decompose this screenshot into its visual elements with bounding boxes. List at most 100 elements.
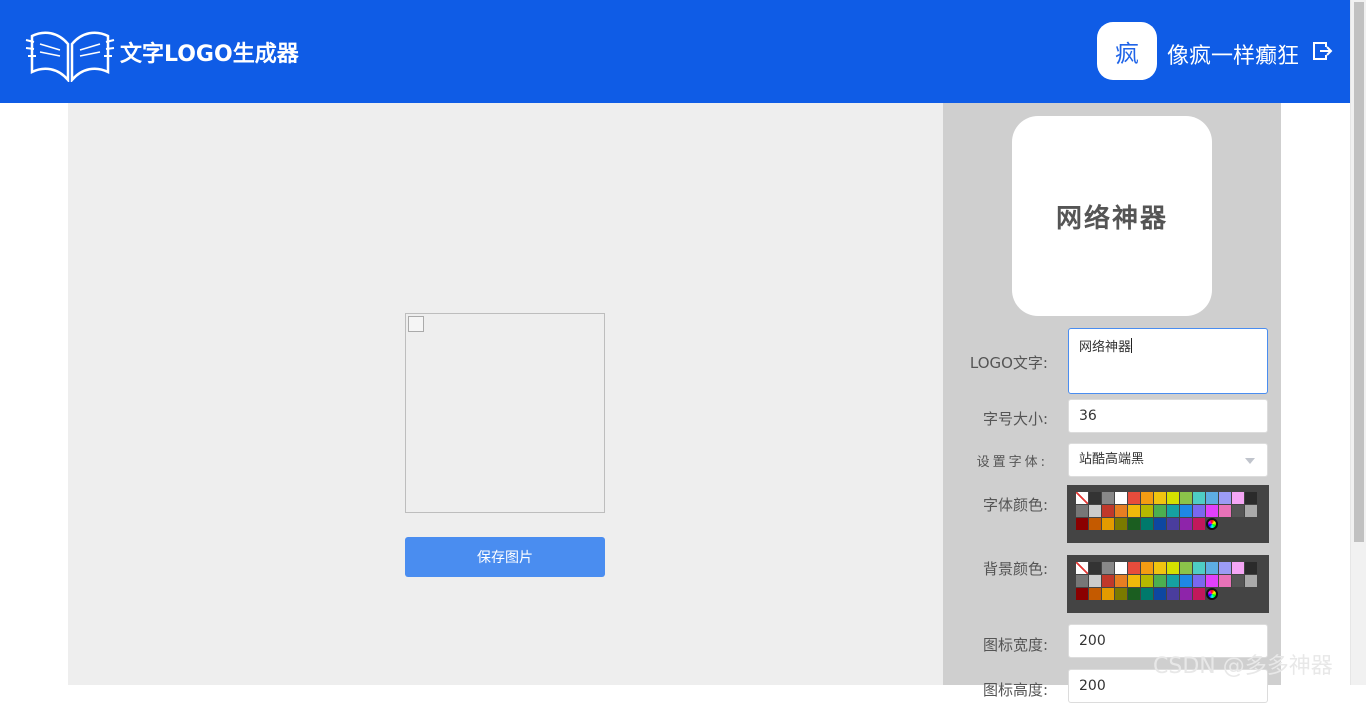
font-color-swatch[interactable] — [1115, 518, 1127, 530]
logo-text-value: 网络神器 — [1079, 340, 1132, 355]
font-family-value: 站酷高端黑 — [1079, 452, 1145, 467]
font-color-swatch[interactable] — [1154, 505, 1166, 517]
bg-color-swatch[interactable] — [1154, 562, 1166, 574]
avatar[interactable]: 疯 — [1097, 22, 1157, 80]
font-color-swatch[interactable] — [1219, 492, 1231, 504]
font-color-color-wheel-icon[interactable] — [1206, 518, 1218, 530]
bg-color-swatch[interactable] — [1115, 562, 1127, 574]
font-color-swatch-none-icon[interactable] — [1076, 492, 1088, 504]
font-color-swatch[interactable] — [1089, 518, 1101, 530]
font-size-label: 字号大小: — [982, 410, 1048, 428]
username[interactable]: 像疯一样癫狂 — [1167, 38, 1299, 70]
bg-color-swatch[interactable] — [1141, 588, 1153, 600]
bg-color-swatch[interactable] — [1115, 588, 1127, 600]
bg-color-swatch[interactable] — [1089, 588, 1101, 600]
font-color-swatch[interactable] — [1206, 505, 1218, 517]
bg-color-swatch[interactable] — [1219, 575, 1231, 587]
bg-color-swatch[interactable] — [1141, 562, 1153, 574]
font-color-swatch[interactable] — [1141, 505, 1153, 517]
font-color-swatch[interactable] — [1141, 518, 1153, 530]
font-color-swatch[interactable] — [1232, 505, 1244, 517]
bg-color-swatch[interactable] — [1167, 562, 1179, 574]
font-color-swatch[interactable] — [1128, 492, 1140, 504]
page-scrollbar[interactable] — [1350, 0, 1366, 685]
font-color-swatch[interactable] — [1128, 518, 1140, 530]
save-image-button[interactable]: 保存图片 — [405, 537, 605, 577]
bg-color-swatch[interactable] — [1102, 575, 1114, 587]
font-color-swatch[interactable] — [1180, 505, 1192, 517]
font-color-swatch[interactable] — [1167, 492, 1179, 504]
bg-color-swatch[interactable] — [1089, 562, 1101, 574]
font-color-swatch[interactable] — [1245, 492, 1257, 504]
bg-color-swatch[interactable] — [1193, 575, 1205, 587]
bg-color-swatch[interactable] — [1232, 562, 1244, 574]
bg-color-swatch[interactable] — [1193, 562, 1205, 574]
font-color-swatch[interactable] — [1102, 492, 1114, 504]
bg-color-swatch[interactable] — [1076, 588, 1088, 600]
font-color-swatch[interactable] — [1167, 505, 1179, 517]
bg-color-swatch-none-icon[interactable] — [1076, 562, 1088, 574]
font-color-swatch[interactable] — [1076, 518, 1088, 530]
font-color-swatch[interactable] — [1089, 505, 1101, 517]
bg-color-swatch[interactable] — [1193, 588, 1205, 600]
font-color-swatch[interactable] — [1141, 492, 1153, 504]
bg-color-swatch[interactable] — [1154, 575, 1166, 587]
bg-color-swatch[interactable] — [1128, 562, 1140, 574]
icon-width-label: 图标宽度: — [982, 636, 1048, 654]
font-color-swatch[interactable] — [1180, 492, 1192, 504]
font-family-label: 设置字体: — [976, 455, 1048, 470]
bg-color-swatch[interactable] — [1102, 588, 1114, 600]
bg-color-swatch[interactable] — [1167, 575, 1179, 587]
font-color-swatch[interactable] — [1219, 505, 1231, 517]
bg-color-swatch[interactable] — [1167, 588, 1179, 600]
logo-preview: 网络神器 — [1012, 116, 1212, 316]
bg-color-palette — [1067, 555, 1269, 613]
icon-height-label: 图标高度: — [982, 681, 1048, 699]
logo-text-input[interactable]: 网络神器 — [1068, 328, 1268, 394]
font-color-swatch[interactable] — [1193, 518, 1205, 530]
font-color-swatch[interactable] — [1167, 518, 1179, 530]
chevron-down-icon — [1245, 458, 1255, 464]
scrollbar-thumb[interactable] — [1354, 2, 1364, 542]
bg-color-swatch[interactable] — [1206, 562, 1218, 574]
bg-color-color-wheel-icon[interactable] — [1206, 588, 1218, 600]
bg-color-swatch[interactable] — [1232, 575, 1244, 587]
bg-color-swatch[interactable] — [1180, 588, 1192, 600]
font-color-swatch[interactable] — [1206, 492, 1218, 504]
font-color-swatch[interactable] — [1154, 492, 1166, 504]
font-color-swatch[interactable] — [1180, 518, 1192, 530]
bg-color-swatch[interactable] — [1180, 575, 1192, 587]
font-color-swatch[interactable] — [1154, 518, 1166, 530]
bg-color-swatch[interactable] — [1115, 575, 1127, 587]
font-color-swatch[interactable] — [1115, 505, 1127, 517]
font-color-swatch[interactable] — [1102, 518, 1114, 530]
font-color-swatch[interactable] — [1193, 492, 1205, 504]
generated-logo-image — [405, 313, 605, 513]
app-title: 文字LOGO生成器 — [120, 42, 299, 67]
font-color-swatch[interactable] — [1193, 505, 1205, 517]
font-color-swatch[interactable] — [1232, 492, 1244, 504]
bg-color-swatch[interactable] — [1089, 575, 1101, 587]
bg-color-swatch[interactable] — [1219, 562, 1231, 574]
bg-color-swatch[interactable] — [1245, 575, 1257, 587]
bg-color-swatch[interactable] — [1102, 562, 1114, 574]
bg-color-swatch[interactable] — [1141, 575, 1153, 587]
font-family-select[interactable]: 站酷高端黑 — [1068, 443, 1268, 477]
logout-icon[interactable] — [1311, 40, 1333, 62]
bg-color-swatch[interactable] — [1128, 575, 1140, 587]
bg-color-swatch[interactable] — [1128, 588, 1140, 600]
font-color-swatch[interactable] — [1245, 505, 1257, 517]
logo-text-label: LOGO文字: — [969, 354, 1048, 372]
bg-color-swatch[interactable] — [1206, 575, 1218, 587]
broken-image-icon — [408, 316, 424, 332]
font-color-swatch[interactable] — [1102, 505, 1114, 517]
bg-color-swatch[interactable] — [1076, 575, 1088, 587]
bg-color-swatch[interactable] — [1180, 562, 1192, 574]
font-color-swatch[interactable] — [1128, 505, 1140, 517]
font-color-swatch[interactable] — [1115, 492, 1127, 504]
font-size-input[interactable]: 36 — [1068, 399, 1268, 433]
font-color-swatch[interactable] — [1076, 505, 1088, 517]
font-color-swatch[interactable] — [1089, 492, 1101, 504]
bg-color-swatch[interactable] — [1154, 588, 1166, 600]
bg-color-swatch[interactable] — [1245, 562, 1257, 574]
